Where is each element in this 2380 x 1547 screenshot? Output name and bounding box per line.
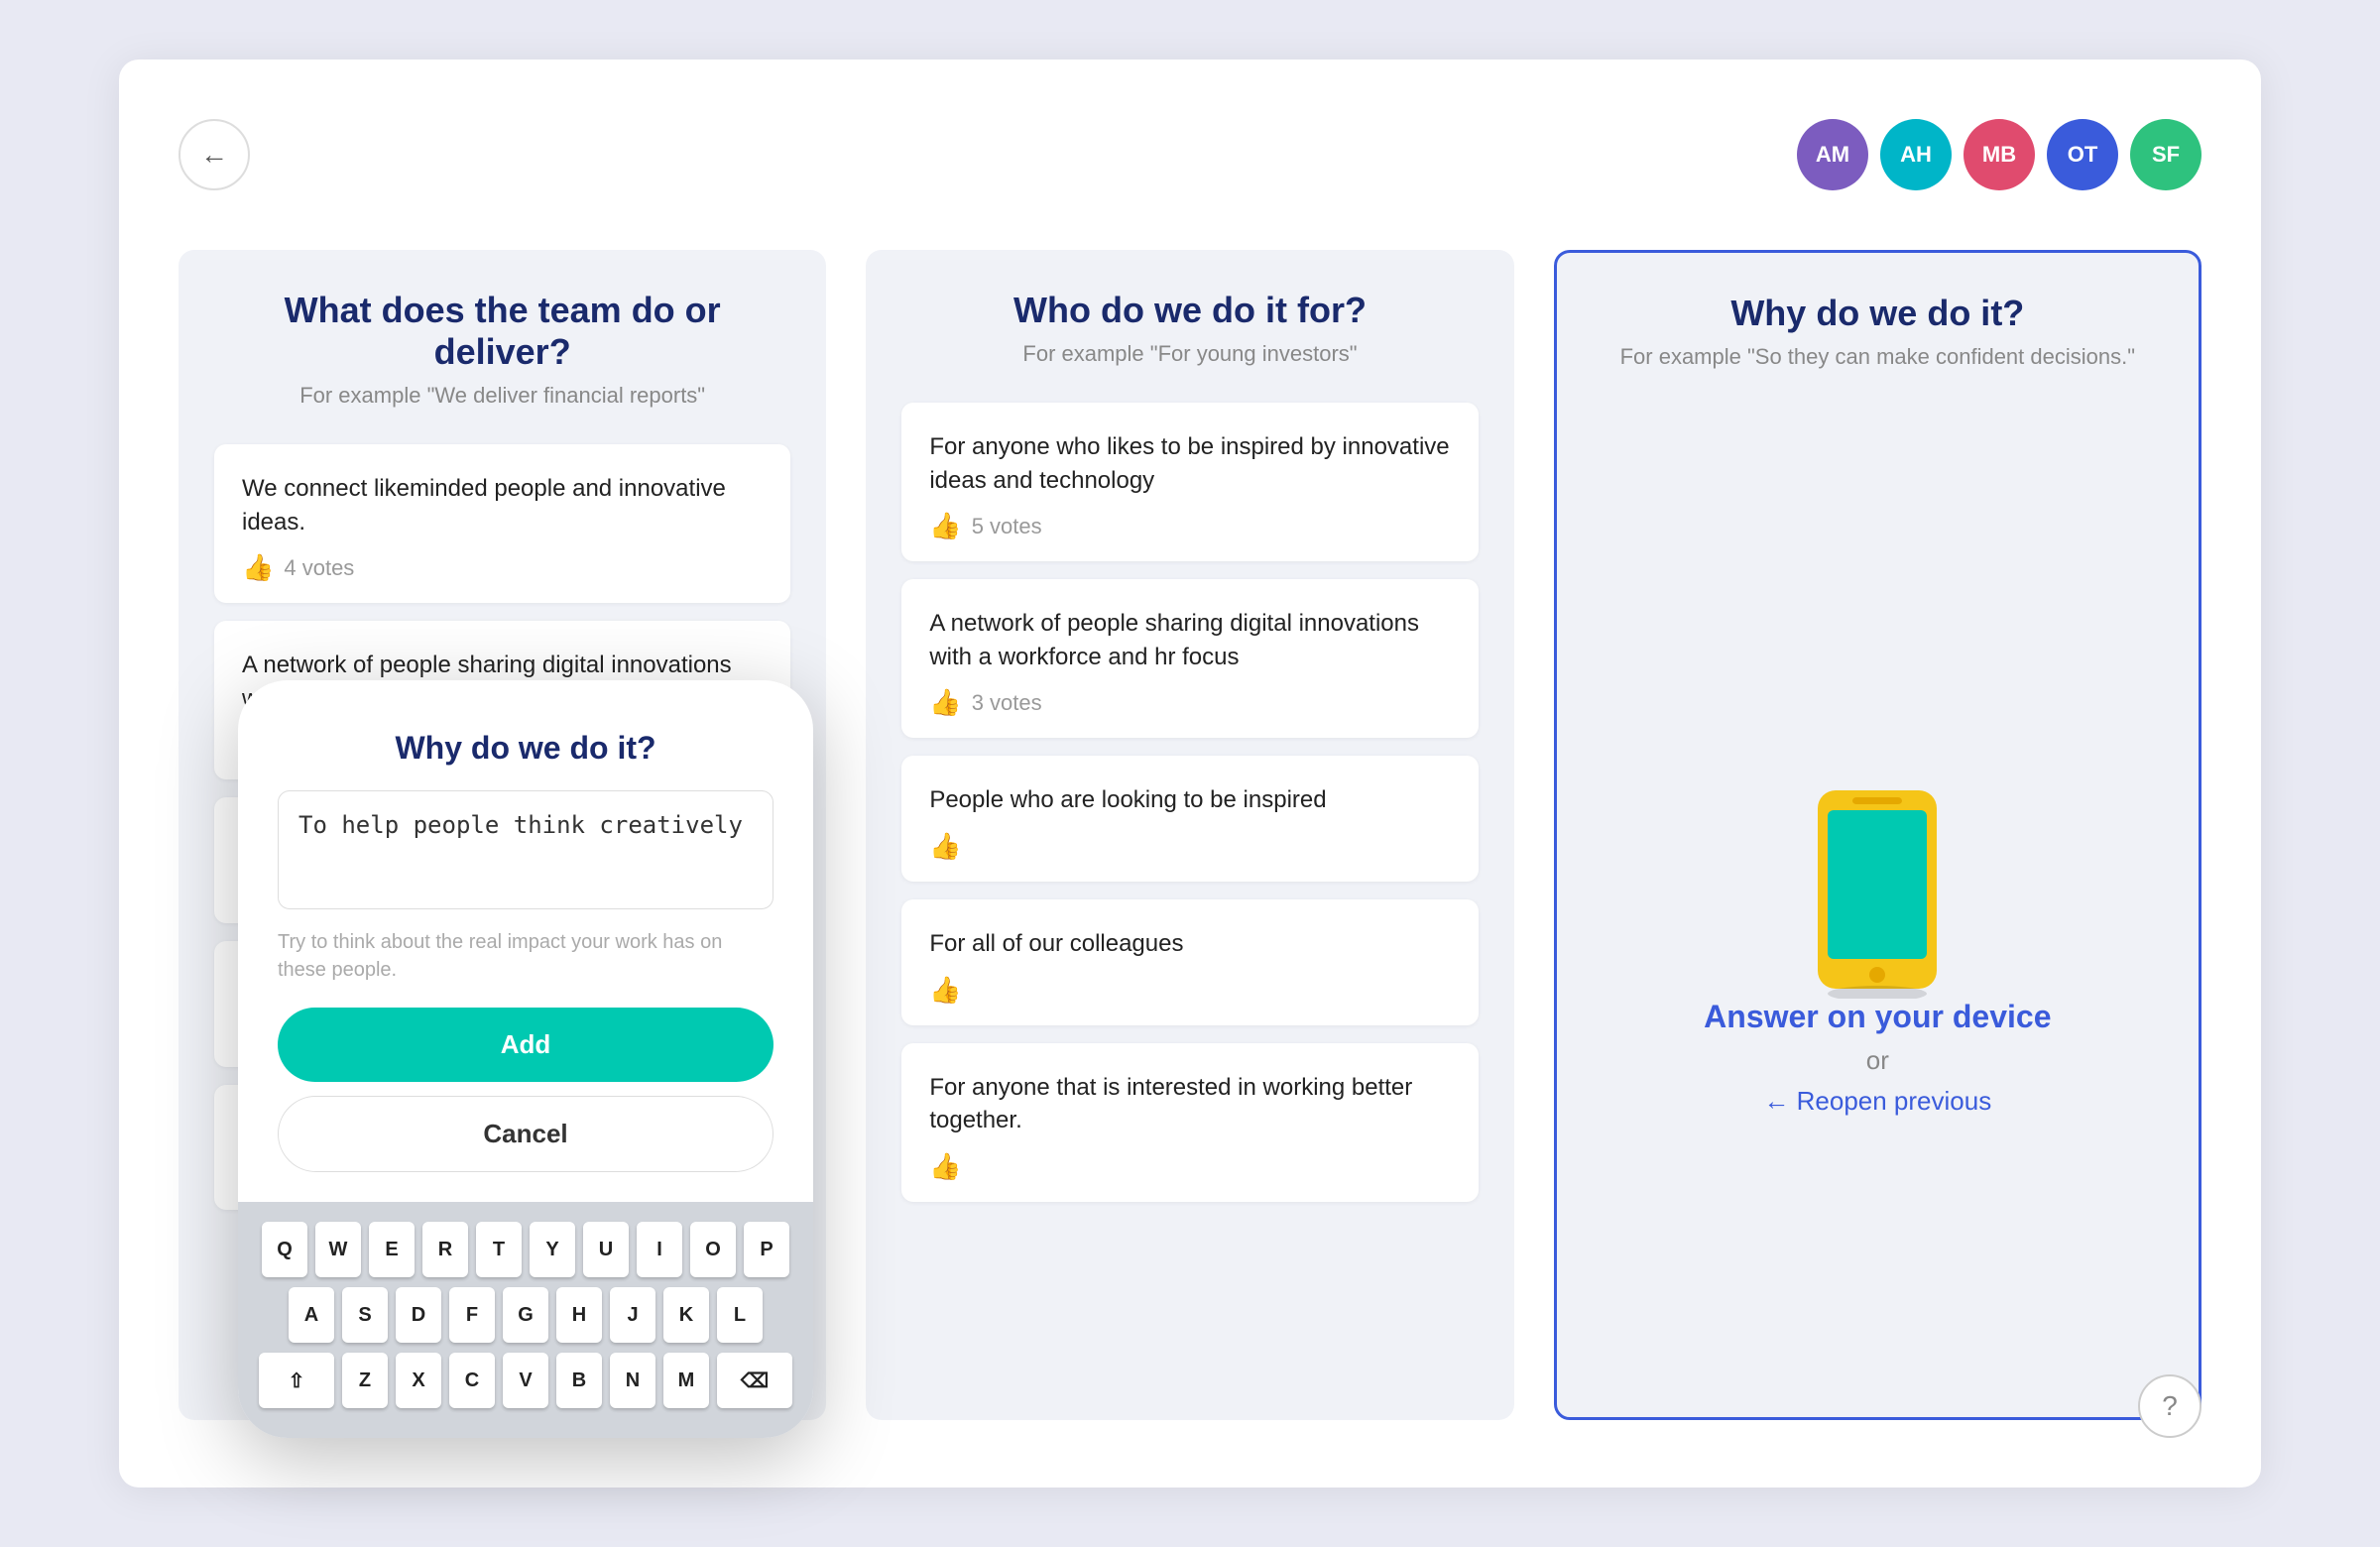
avatar-sf: SF — [2130, 119, 2202, 190]
card-who-4[interactable]: For all of our colleagues 👍 — [901, 899, 1478, 1025]
reopen-link[interactable]: ← Reopen previous — [1763, 1086, 1991, 1117]
thumb-icon: 👍 — [929, 511, 961, 541]
key-e[interactable]: E — [369, 1222, 415, 1277]
key-n[interactable]: N — [610, 1353, 655, 1408]
card-who-4-votes: 👍 — [929, 975, 1450, 1006]
card-who-4-text: For all of our colleagues — [929, 927, 1450, 961]
column-who-subtitle: For example "For young investors" — [901, 341, 1478, 367]
card-what-1-votes: 👍 4 votes — [242, 552, 763, 583]
key-z[interactable]: Z — [342, 1353, 388, 1408]
thumb-icon: 👍 — [929, 831, 961, 862]
key-c[interactable]: C — [449, 1353, 495, 1408]
phone-illustration — [1788, 780, 1966, 999]
phone-cancel-button[interactable]: Cancel — [278, 1096, 774, 1172]
card-who-5[interactable]: For anyone that is interested in working… — [901, 1043, 1478, 1202]
key-p[interactable]: P — [744, 1222, 789, 1277]
key-t[interactable]: T — [476, 1222, 522, 1277]
key-o[interactable]: O — [690, 1222, 736, 1277]
card-who-1[interactable]: For anyone who likes to be inspired by i… — [901, 403, 1478, 561]
thumb-icon: 👍 — [929, 687, 961, 718]
top-bar: ← AM AH MB OT SF — [178, 119, 2202, 190]
key-j[interactable]: J — [610, 1287, 655, 1343]
column-why: Why do we do it? For example "So they ca… — [1554, 250, 2202, 1420]
column-why-title: Why do we do it? — [1593, 293, 2163, 334]
device-area: Answer on your device or ← Reopen previo… — [1593, 406, 2163, 1420]
column-who: Who do we do it for? For example "For yo… — [866, 250, 1513, 1420]
key-g[interactable]: G — [503, 1287, 548, 1343]
phone-hint: Try to think about the real impact your … — [278, 928, 774, 984]
keyboard-row-2: A S D F G H J K L — [248, 1287, 803, 1343]
card-who-2-votes: 👍 3 votes — [929, 687, 1450, 718]
card-what-1[interactable]: We connect likeminded people and innovat… — [214, 444, 790, 603]
card-who-5-votes: 👍 — [929, 1151, 1450, 1182]
avatar-ah: AH — [1880, 119, 1952, 190]
avatar-row: AM AH MB OT SF — [1797, 119, 2202, 190]
help-button[interactable]: ? — [2138, 1374, 2202, 1438]
key-w[interactable]: W — [315, 1222, 361, 1277]
thumb-icon: 👍 — [242, 552, 274, 583]
key-q[interactable]: Q — [262, 1222, 307, 1277]
card-who-5-text: For anyone that is interested in working… — [929, 1071, 1450, 1137]
key-i[interactable]: I — [637, 1222, 682, 1277]
card-who-2-text: A network of people sharing digital inno… — [929, 607, 1450, 673]
thumb-icon: 👍 — [929, 1151, 961, 1182]
phone-add-button[interactable]: Add — [278, 1008, 774, 1082]
key-r[interactable]: R — [422, 1222, 468, 1277]
phone-title: Why do we do it? — [278, 730, 774, 767]
key-d[interactable]: D — [396, 1287, 441, 1343]
phone-screen: Why do we do it? Try to think about the … — [238, 680, 813, 1202]
device-or: or — [1866, 1045, 1889, 1076]
thumb-icon: 👍 — [929, 975, 961, 1006]
column-who-title: Who do we do it for? — [901, 290, 1478, 331]
key-h[interactable]: H — [556, 1287, 602, 1343]
keyboard-row-3: ⇧ Z X C V B N M ⌫ — [248, 1353, 803, 1408]
vote-count: 5 votes — [972, 514, 1042, 539]
avatar-mb: MB — [1964, 119, 2035, 190]
key-y[interactable]: Y — [530, 1222, 575, 1277]
card-who-2[interactable]: A network of people sharing digital inno… — [901, 579, 1478, 738]
key-m[interactable]: M — [663, 1353, 709, 1408]
device-answer-text: Answer on your device — [1704, 999, 2051, 1035]
card-who-3-text: People who are looking to be inspired — [929, 783, 1450, 817]
column-why-subtitle: For example "So they can make confident … — [1593, 344, 2163, 370]
card-who-3[interactable]: People who are looking to be inspired 👍 — [901, 756, 1478, 882]
phone-textarea[interactable] — [278, 790, 774, 909]
key-a[interactable]: A — [289, 1287, 334, 1343]
avatar-ot: OT — [2047, 119, 2118, 190]
key-v[interactable]: V — [503, 1353, 548, 1408]
column-what-subtitle: For example "We deliver financial report… — [214, 383, 790, 409]
card-who-1-text: For anyone who likes to be inspired by i… — [929, 430, 1450, 497]
card-who-1-votes: 👍 5 votes — [929, 511, 1450, 541]
key-b[interactable]: B — [556, 1353, 602, 1408]
key-s[interactable]: S — [342, 1287, 388, 1343]
keyboard: Q W E R T Y U I O P A S D F G H J K L — [238, 1202, 813, 1438]
key-shift[interactable]: ⇧ — [259, 1353, 334, 1408]
key-backspace[interactable]: ⌫ — [717, 1353, 792, 1408]
key-k[interactable]: K — [663, 1287, 709, 1343]
card-what-1-text: We connect likeminded people and innovat… — [242, 472, 763, 538]
key-f[interactable]: F — [449, 1287, 495, 1343]
avatar-am: AM — [1797, 119, 1868, 190]
card-who-3-votes: 👍 — [929, 831, 1450, 862]
vote-count: 4 votes — [284, 555, 354, 581]
phone-overlay: Why do we do it? Try to think about the … — [238, 680, 813, 1438]
vote-count: 3 votes — [972, 690, 1042, 716]
key-x[interactable]: X — [396, 1353, 441, 1408]
column-what-title: What does the team do or deliver? — [214, 290, 790, 373]
main-container: ← AM AH MB OT SF What does the team do o… — [119, 60, 2261, 1488]
keyboard-row-1: Q W E R T Y U I O P — [248, 1222, 803, 1277]
key-l[interactable]: L — [717, 1287, 763, 1343]
key-u[interactable]: U — [583, 1222, 629, 1277]
back-button[interactable]: ← — [178, 119, 250, 190]
